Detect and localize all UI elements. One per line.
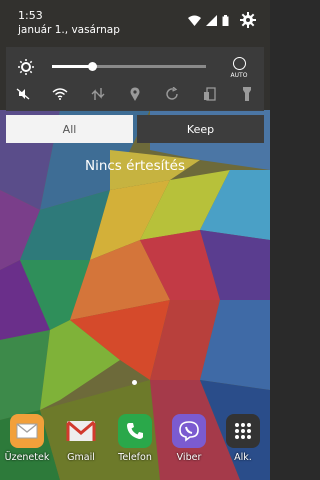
wifi-signal-icon [188, 15, 201, 26]
brightness-slider-knob[interactable] [88, 62, 98, 71]
mute-vibrate-icon [16, 88, 30, 100]
location-pin-icon [130, 87, 140, 101]
auto-brightness-ring-icon [232, 57, 246, 70]
grid-icon [235, 423, 251, 439]
flashlight-toggle[interactable] [236, 85, 258, 103]
mobile-data-toggle[interactable] [87, 85, 109, 103]
dock-app-messages[interactable]: Üzenetek [2, 410, 52, 463]
status-time: 1:53 [18, 9, 43, 22]
no-notifications-text: Nincs értesítés [84, 158, 186, 174]
envelope-icon [16, 423, 38, 439]
app-dock: Üzenetek Gmail Telefon Viber Alk. [0, 410, 270, 480]
wifi-icon [52, 88, 68, 100]
mobile-data-icon [91, 88, 105, 100]
mute-vibrate-toggle[interactable] [12, 85, 34, 103]
brightness-sun-icon [18, 59, 34, 75]
dock-app-phone[interactable]: Telefon [110, 410, 160, 463]
auto-rotate-toggle[interactable] [161, 85, 183, 103]
viber-app-icon [172, 414, 206, 448]
dock-app-apps[interactable]: Alk. [218, 410, 268, 463]
rotate-icon [166, 87, 179, 100]
wifi-toggle[interactable] [49, 85, 71, 103]
screen-mirror-icon [203, 87, 216, 101]
tab-all[interactable]: All [6, 115, 133, 143]
dock-app-label: Alk. [234, 452, 252, 463]
tab-keep[interactable]: Keep [137, 115, 264, 143]
quick-settings-panel: AUTO [6, 47, 264, 111]
phone-app-icon [118, 414, 152, 448]
location-toggle[interactable] [124, 85, 146, 103]
brightness-slider-fill [52, 65, 93, 68]
cell-signal-icon [206, 14, 217, 26]
flashlight-icon [242, 87, 251, 101]
gmail-app-icon [64, 414, 98, 448]
settings-gear-icon[interactable] [240, 12, 256, 28]
phone-handset-icon [127, 423, 143, 439]
viber-bubble-icon [179, 421, 199, 442]
auto-brightness-label: AUTO [230, 72, 248, 79]
notification-tabs: All Keep [6, 115, 264, 143]
messages-app-icon [10, 414, 44, 448]
dock-app-label: Viber [176, 452, 202, 463]
status-date: január 1., vasárnap [18, 24, 120, 36]
dock-app-gmail[interactable]: Gmail [56, 410, 106, 463]
home-page-indicator [132, 380, 137, 385]
status-icons [188, 12, 256, 28]
apps-grid-app-icon [226, 414, 260, 448]
quick-toggles [12, 85, 258, 103]
auto-brightness-toggle[interactable]: AUTO [224, 57, 254, 79]
dock-app-label: Üzenetek [4, 452, 50, 463]
screen-mirror-toggle[interactable] [199, 85, 221, 103]
dock-app-label: Telefon [118, 452, 152, 463]
brightness-slider[interactable] [52, 62, 206, 71]
dock-app-label: Gmail [67, 452, 95, 463]
dock-app-viber[interactable]: Viber [164, 410, 214, 463]
gmail-m-icon [66, 420, 96, 441]
battery-icon [222, 14, 229, 26]
